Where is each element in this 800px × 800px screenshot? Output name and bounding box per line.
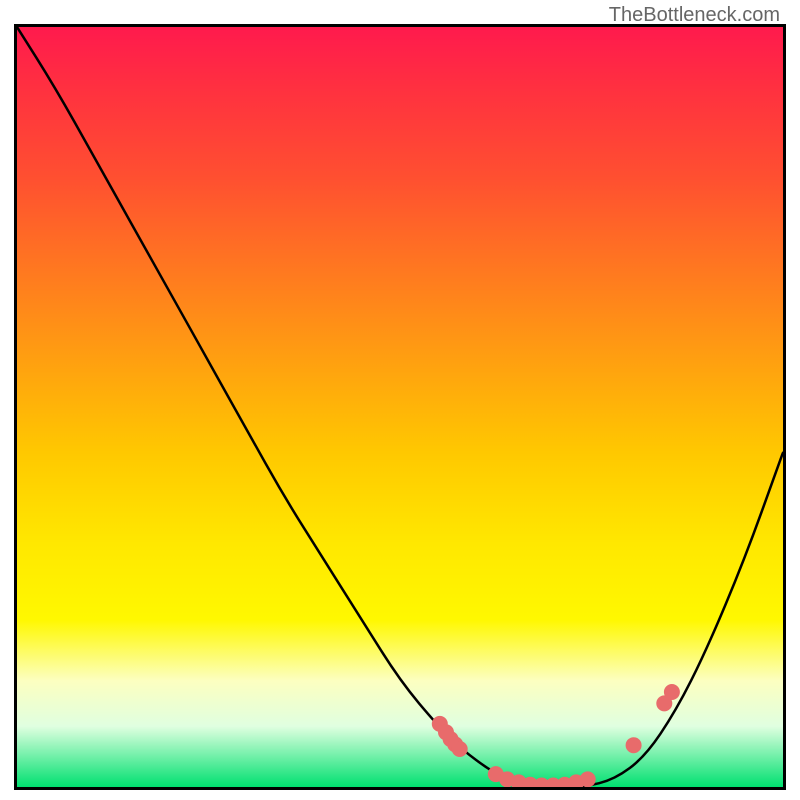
- highlighted-point: [580, 771, 596, 787]
- highlighted-point: [664, 684, 680, 700]
- chart-svg: [17, 27, 783, 787]
- highlighted-points-group: [432, 684, 680, 787]
- highlighted-point: [626, 737, 642, 753]
- chart-frame: [14, 24, 786, 790]
- watermark-text: TheBottleneck.com: [609, 4, 780, 27]
- bottleneck-curve: [17, 27, 783, 787]
- highlighted-point: [452, 741, 468, 757]
